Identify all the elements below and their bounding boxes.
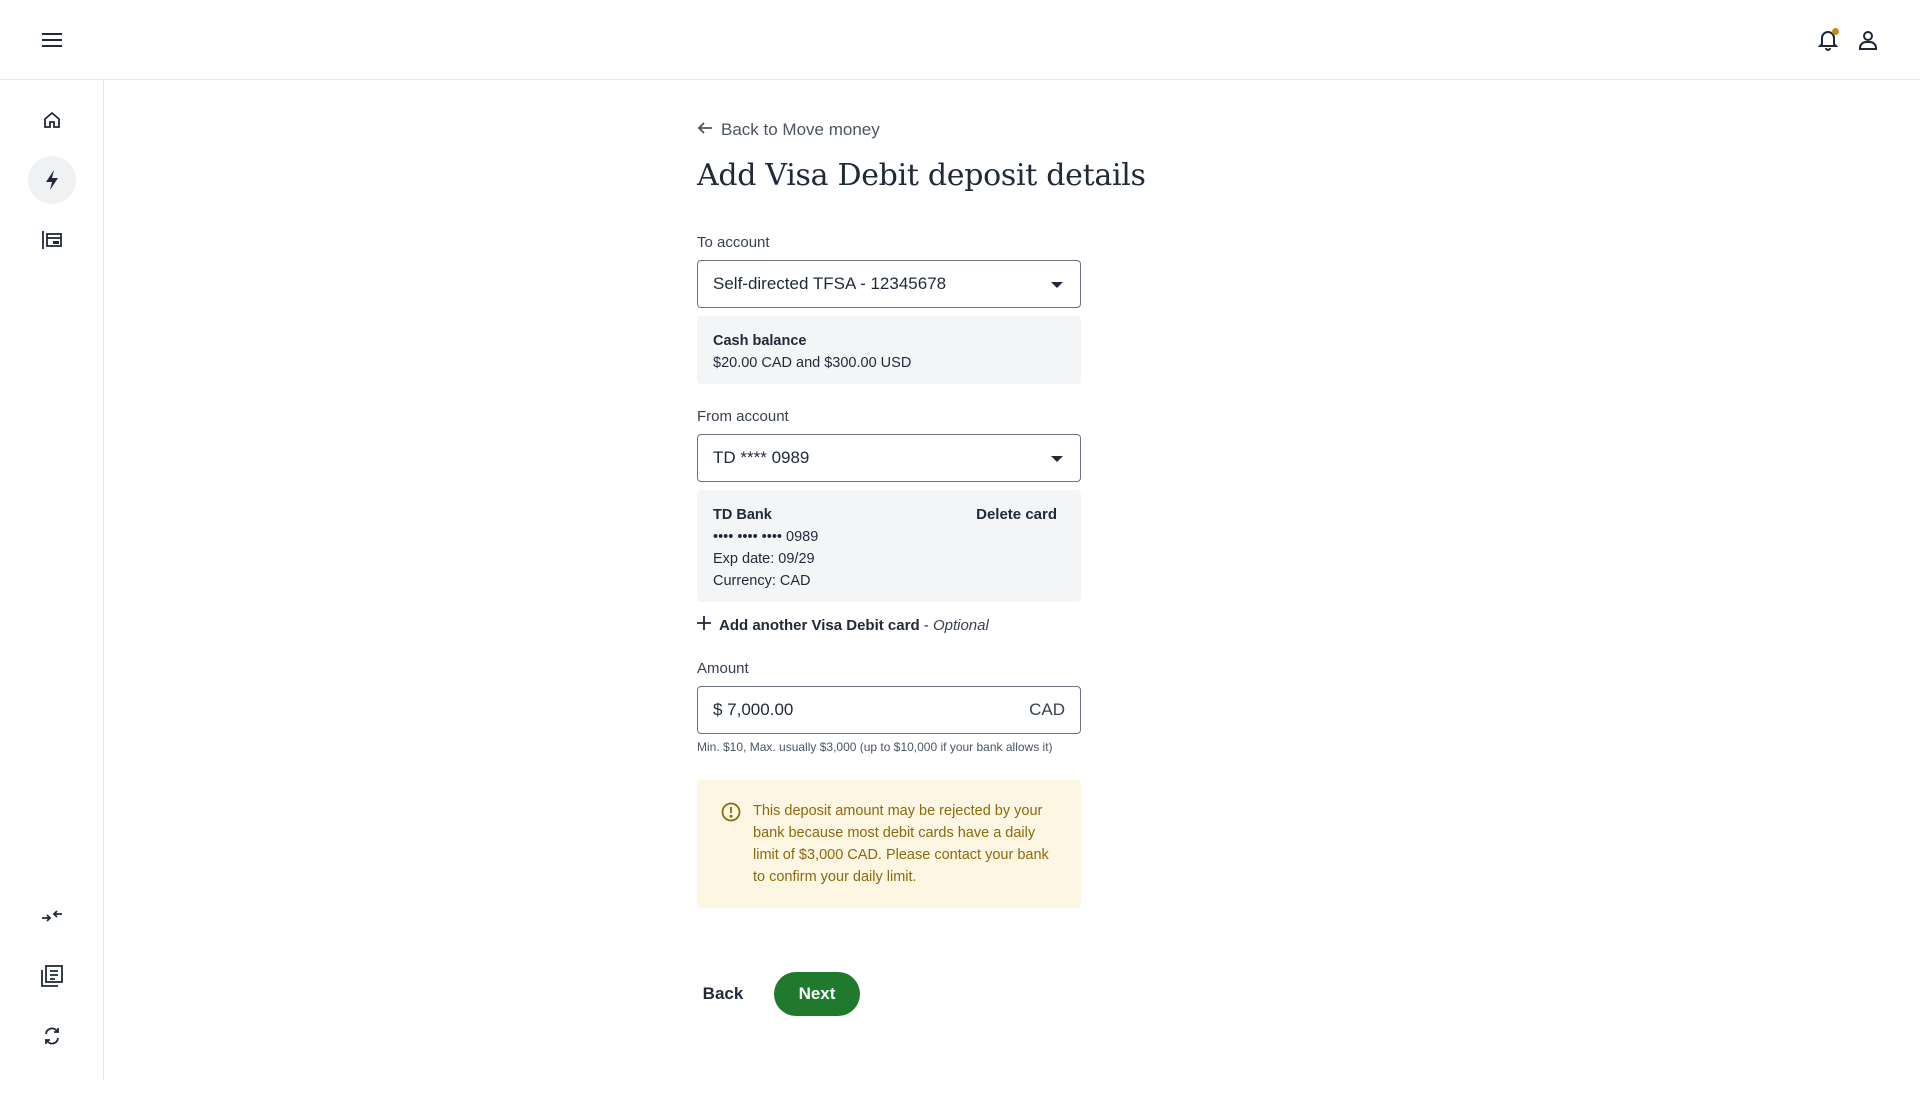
notification-dot (1832, 28, 1839, 35)
from-account-select[interactable]: TD **** 0989 (697, 434, 1081, 482)
user-icon[interactable] (1848, 20, 1888, 60)
warning-text: This deposit amount may be rejected by y… (753, 803, 1049, 885)
chevron-down-icon (1051, 456, 1063, 462)
cash-balance-title: Cash balance (713, 333, 807, 349)
from-account-label: From account (697, 408, 789, 425)
warning-icon (721, 802, 741, 829)
home-icon[interactable] (28, 96, 76, 144)
amount-currency: CAD (1029, 700, 1065, 719)
to-account-label: To account (697, 234, 770, 251)
card-currency: Currency: CAD (713, 573, 811, 589)
transfer-icon[interactable] (28, 892, 76, 940)
add-another-card-button[interactable]: Add another Visa Debit card - Optional (697, 616, 989, 634)
lightning-icon[interactable] (28, 156, 76, 204)
to-account-select[interactable]: Self-directed TFSA - 12345678 (697, 260, 1081, 308)
amount-input[interactable]: $ 7,000.00 CAD (697, 686, 1081, 734)
chevron-down-icon (1051, 282, 1063, 288)
documents-icon[interactable] (28, 952, 76, 1000)
back-button[interactable]: Back (697, 972, 749, 1016)
to-account-value: Self-directed TFSA - 12345678 (713, 274, 947, 293)
daily-limit-warning: This deposit amount may be rejected by y… (697, 780, 1081, 908)
add-card-separator: - (919, 616, 933, 634)
refresh-icon[interactable] (28, 1012, 76, 1060)
cash-balance-value: $20.00 CAD and $300.00 USD (713, 355, 912, 371)
back-link-label: Back to Move money (721, 120, 880, 139)
back-to-move-money-link[interactable]: Back to Move money (697, 120, 880, 140)
card-details-box: TD Bank •••• •••• •••• 0989 Exp date: 09… (697, 490, 1081, 602)
accounts-icon[interactable] (28, 216, 76, 264)
amount-helper-text: Min. $10, Max. usually $3,000 (up to $10… (697, 740, 1053, 754)
arrow-left-icon (697, 120, 713, 140)
from-account-value: TD **** 0989 (713, 448, 810, 467)
amount-value: $ 7,000.00 (713, 700, 794, 719)
top-bar (0, 0, 1920, 80)
plus-icon (697, 616, 711, 634)
sidebar (0, 80, 104, 1080)
amount-label: Amount (697, 660, 749, 677)
menu-icon[interactable] (32, 20, 72, 60)
card-exp-date: Exp date: 09/29 (713, 551, 815, 567)
optional-label: Optional (932, 616, 989, 634)
cash-balance-box: Cash balance $20.00 CAD and $300.00 USD (697, 316, 1081, 384)
delete-card-button[interactable]: Delete card (976, 504, 1057, 526)
card-number: •••• •••• •••• 0989 (713, 529, 819, 545)
next-button[interactable]: Next (774, 972, 860, 1016)
page-title: Add Visa Debit deposit details (697, 158, 1146, 193)
add-card-label: Add another Visa Debit card (719, 616, 920, 634)
bell-icon[interactable] (1808, 20, 1848, 60)
